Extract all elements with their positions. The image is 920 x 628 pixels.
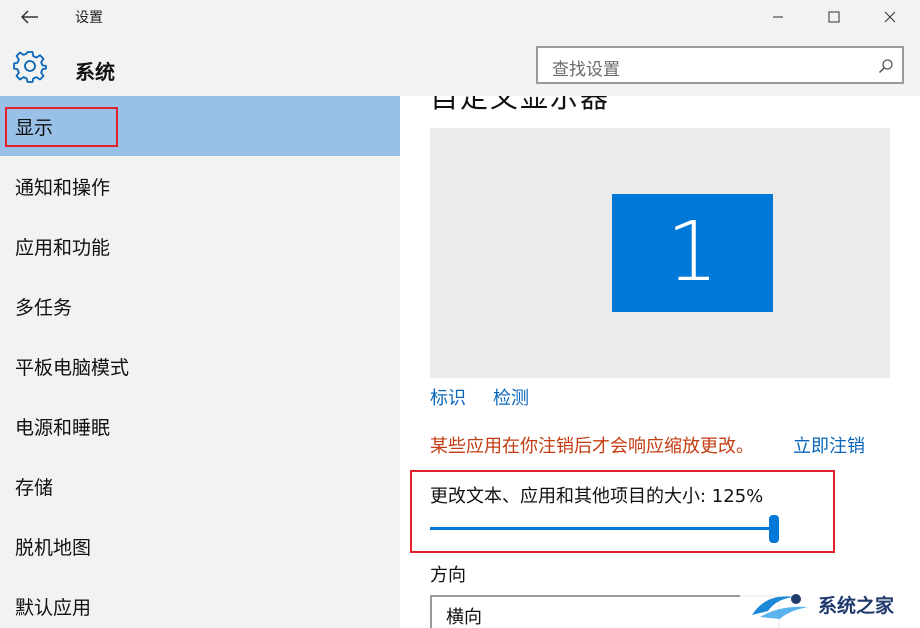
minimize-icon: [773, 16, 783, 18]
maximize-button[interactable]: [806, 0, 862, 34]
watermark-logo-icon: [752, 594, 808, 619]
search-placeholder: 查找设置: [552, 60, 620, 80]
settings-header: 系统 查找设置: [0, 34, 920, 96]
search-icon[interactable]: [878, 58, 894, 74]
sidebar-item-offline-maps[interactable]: 脱机地图: [0, 516, 400, 576]
page-title: 系统: [75, 60, 115, 84]
sidebar-item-storage[interactable]: 存储: [0, 456, 400, 516]
identify-link[interactable]: 标识: [430, 384, 466, 410]
sidebar-item-label: 平板电脑模式: [15, 356, 130, 379]
minimize-button[interactable]: [750, 0, 806, 34]
monitor-tile[interactable]: 1: [612, 194, 773, 312]
scale-slider-track[interactable]: [430, 527, 773, 530]
watermark: 系统之家: [740, 582, 920, 628]
search-input[interactable]: 查找设置: [536, 46, 904, 84]
display-preview: 1: [430, 128, 890, 378]
sign-out-link[interactable]: 立即注销: [793, 432, 865, 458]
sidebar-item-label: 存储: [15, 476, 54, 499]
sidebar: 显示 通知和操作 应用和功能 多任务 平板电脑模式 电源和睡眠 存储 脱机地图 …: [0, 96, 400, 628]
sidebar-item-apps[interactable]: 应用和功能: [0, 216, 400, 276]
sidebar-item-default-apps[interactable]: 默认应用: [0, 576, 400, 628]
detect-link[interactable]: 检测: [493, 384, 529, 410]
scaling-warning: 某些应用在你注销后才会响应缩放更改。: [430, 436, 754, 457]
back-button[interactable]: [10, 2, 50, 32]
gear-icon: [13, 51, 47, 83]
sidebar-item-tablet-mode[interactable]: 平板电脑模式: [0, 336, 400, 396]
watermark-text: 系统之家: [818, 595, 895, 617]
highlight-box: [5, 107, 118, 147]
close-button[interactable]: [862, 0, 918, 34]
sidebar-item-multitasking[interactable]: 多任务: [0, 276, 400, 336]
title-bar: 设置: [0, 0, 920, 34]
sidebar-item-display[interactable]: 显示: [0, 96, 400, 156]
sidebar-item-label: 电源和睡眠: [15, 416, 111, 439]
sidebar-item-label: 脱机地图: [15, 536, 92, 559]
main-content: 自定义显示器 1 标识 检测 某些应用在你注销后才会响应缩放更改。 立即注销 更…: [400, 96, 920, 628]
sidebar-item-label: 多任务: [15, 296, 73, 319]
arrow-left-icon: [21, 10, 38, 24]
sidebar-item-label: 通知和操作: [15, 176, 111, 199]
window-title: 设置: [75, 10, 103, 26]
sidebar-item-notifications[interactable]: 通知和操作: [0, 156, 400, 216]
maximize-icon: [828, 11, 840, 23]
sidebar-item-label: 默认应用: [15, 596, 92, 619]
scale-label: 更改文本、应用和其他项目的大小: 125%: [430, 486, 764, 507]
orientation-label: 方向: [430, 565, 466, 586]
sidebar-item-power-sleep[interactable]: 电源和睡眠: [0, 396, 400, 456]
close-icon: [884, 11, 896, 23]
sidebar-item-label: 应用和功能: [15, 236, 111, 259]
section-heading: 自定义显示器: [430, 96, 611, 114]
orientation-value: 横向: [446, 607, 482, 628]
monitor-number: 1: [666, 205, 719, 300]
orientation-dropdown[interactable]: 横向: [430, 595, 780, 628]
scale-slider-thumb[interactable]: [769, 515, 779, 543]
